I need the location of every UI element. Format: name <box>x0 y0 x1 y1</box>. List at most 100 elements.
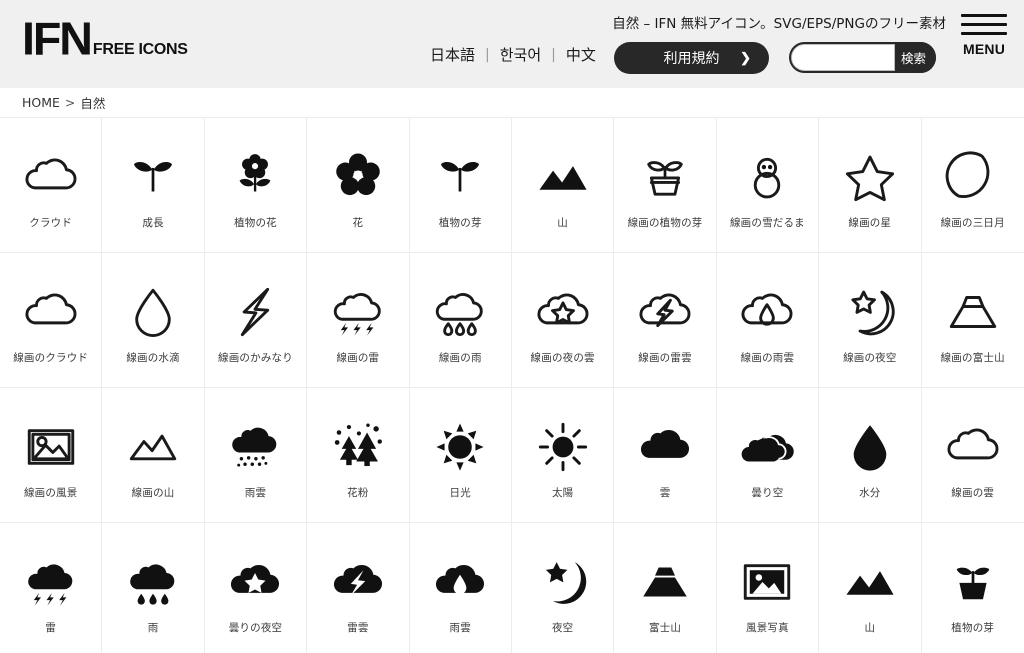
icon-cell-label: 太陽 <box>551 486 574 499</box>
logo-sub-text: FREE ICONS <box>92 40 188 58</box>
icon-cell[interactable]: 花粉 <box>307 388 410 523</box>
icon-cell-label: 水分 <box>859 486 881 499</box>
icon-cell[interactable]: 雷雲 <box>307 523 410 653</box>
mountain-solid-icon <box>527 141 599 213</box>
star-outline-icon <box>834 141 906 213</box>
icon-cell[interactable]: 植物の芽 <box>921 523 1024 653</box>
icon-cell[interactable]: 線画の夜空 <box>819 253 922 388</box>
icon-cell[interactable]: 線画の風景 <box>0 388 103 523</box>
language-switcher: 日本語 | 한국어 | 中文 <box>424 44 602 65</box>
breadcrumb-home[interactable]: HOME <box>22 95 60 110</box>
icon-cell[interactable]: 成長 <box>102 118 205 253</box>
icon-cell[interactable]: 曇り空 <box>716 388 820 523</box>
lang-separator: | <box>485 46 490 63</box>
icon-cell[interactable]: 太陽 <box>511 388 615 523</box>
flower-solid-icon <box>322 141 394 213</box>
icon-cell[interactable]: 夜空 <box>511 523 615 653</box>
pollen-trees-solid-icon <box>322 411 394 483</box>
icon-cell[interactable]: 水分 <box>819 388 922 523</box>
icon-cell[interactable]: 雲 <box>614 388 717 523</box>
icon-cell[interactable]: 線画のクラウド <box>0 253 103 388</box>
terms-of-use-button[interactable]: 利用規約 ❯ <box>614 42 769 74</box>
icon-cell[interactable]: 線画の山 <box>102 388 205 523</box>
icon-cell[interactable]: 植物の芽 <box>409 118 512 253</box>
lang-option-ko[interactable]: 한국어 <box>494 44 547 65</box>
icon-cell[interactable]: 線画のかみなり <box>204 253 308 388</box>
cloud-star-outline-icon <box>527 276 599 348</box>
cloud-rain-solid-icon <box>117 546 189 618</box>
icon-cell[interactable]: 線画の雨雲 <box>716 253 820 388</box>
menu-label: MENU <box>962 41 1006 57</box>
icon-cell[interactable]: 雨雲 <box>204 388 308 523</box>
icon-cell[interactable]: 山 <box>511 118 615 253</box>
sprout-solid-icon <box>117 141 189 213</box>
icon-cell[interactable]: クラウド <box>0 118 103 253</box>
icon-cell[interactable]: 雷 <box>0 523 103 653</box>
potted-sprout-outline-icon <box>629 141 701 213</box>
cloud-outline-icon <box>15 141 87 213</box>
search-button[interactable]: 検索 <box>895 42 936 73</box>
search-input[interactable] <box>791 44 895 71</box>
icon-cell-label: 線画の風景 <box>23 486 78 499</box>
mountain-solid-icon <box>834 546 906 618</box>
icon-cell[interactable]: 風景写真 <box>716 523 820 653</box>
icon-cell[interactable]: 線画の雪だるま <box>716 118 820 253</box>
icon-cell[interactable]: 線画の富士山 <box>921 253 1024 388</box>
icon-cell-label: 雨雲 <box>244 486 267 499</box>
icon-cell-label: 花 <box>352 216 364 229</box>
icon-cell-label: 線画のかみなり <box>218 351 293 364</box>
icon-cell[interactable]: 線画の星 <box>819 118 922 253</box>
icon-cell[interactable]: 植物の花 <box>204 118 308 253</box>
droplet-solid-icon <box>834 411 906 483</box>
sun-solid-icon <box>527 411 599 483</box>
icon-cell[interactable]: 線画の夜の雲 <box>511 253 615 388</box>
icon-cell-label: 山 <box>557 216 568 229</box>
snowman-outline-icon <box>731 141 803 213</box>
icon-cell[interactable]: 雨 <box>102 523 205 653</box>
icon-cell-label: 夜空 <box>551 621 574 634</box>
cloud-drop-solid-icon <box>424 546 496 618</box>
sprout-solid-icon <box>424 141 496 213</box>
icon-cell-label: 雲 <box>659 486 671 499</box>
icon-cell-label: 線画の夜の雲 <box>530 351 595 364</box>
icon-cell[interactable]: 線画の雨 <box>409 253 512 388</box>
icon-cell-label: 線画の水滴 <box>126 351 180 364</box>
icon-cell-label: 雷雲 <box>347 621 369 634</box>
icon-cell[interactable]: 花 <box>307 118 410 253</box>
icon-cell[interactable]: 富士山 <box>614 523 717 653</box>
moon-star-solid-icon <box>527 546 599 618</box>
icon-cell[interactable]: 日光 <box>409 388 512 523</box>
site-header: IFN FREE ICONS 自然 – IFN 無料アイコン。SVG/EPS/P… <box>0 0 1024 88</box>
icon-cell[interactable]: 線画の雷 <box>307 253 410 388</box>
icon-cell-label: 線画のクラウド <box>13 351 89 364</box>
icon-cell[interactable]: 曇りの夜空 <box>204 523 308 653</box>
bolt-outline-icon <box>219 276 291 348</box>
icon-cell[interactable]: 線画の雷雲 <box>614 253 717 388</box>
icon-cell[interactable]: 雨雲 <box>409 523 512 653</box>
lang-option-ja[interactable]: 日本語 <box>424 44 481 65</box>
icon-cell[interactable]: 線画の水滴 <box>102 253 205 388</box>
icon-cell-label: 植物の花 <box>234 216 277 229</box>
breadcrumb-separator: > <box>64 95 76 110</box>
lang-option-zh[interactable]: 中文 <box>560 44 602 65</box>
icon-cell[interactable]: 線画の植物の芽 <box>614 118 717 253</box>
icon-cell[interactable]: 線画の三日月 <box>921 118 1024 253</box>
clouds-overcast-solid-icon <box>731 411 803 483</box>
icon-cell-label: 日光 <box>449 486 471 499</box>
cloud-outline-icon <box>937 411 1009 483</box>
icon-cell[interactable]: 山 <box>819 523 922 653</box>
menu-toggle[interactable]: MENU <box>958 14 1010 57</box>
breadcrumb: HOME > 自然 <box>0 88 1024 117</box>
icon-cell-label: 成長 <box>142 216 164 229</box>
logo-main-text: IFN <box>22 13 93 66</box>
site-logo[interactable]: IFN FREE ICONS <box>22 13 188 66</box>
icon-cell[interactable]: 線画の雲 <box>921 388 1024 523</box>
icon-cell-label: 植物の芽 <box>438 216 482 229</box>
icon-cell-label: 線画の雨雲 <box>740 351 795 364</box>
fuji-outline-icon <box>937 276 1009 348</box>
cloud-thunder-solid-icon <box>15 546 87 618</box>
icon-cell-label: 雷 <box>45 621 57 634</box>
landscape-photo-outline-icon <box>15 411 87 483</box>
cloud-bolt-outline-icon <box>629 276 701 348</box>
icon-cell-label: 山 <box>864 621 876 634</box>
